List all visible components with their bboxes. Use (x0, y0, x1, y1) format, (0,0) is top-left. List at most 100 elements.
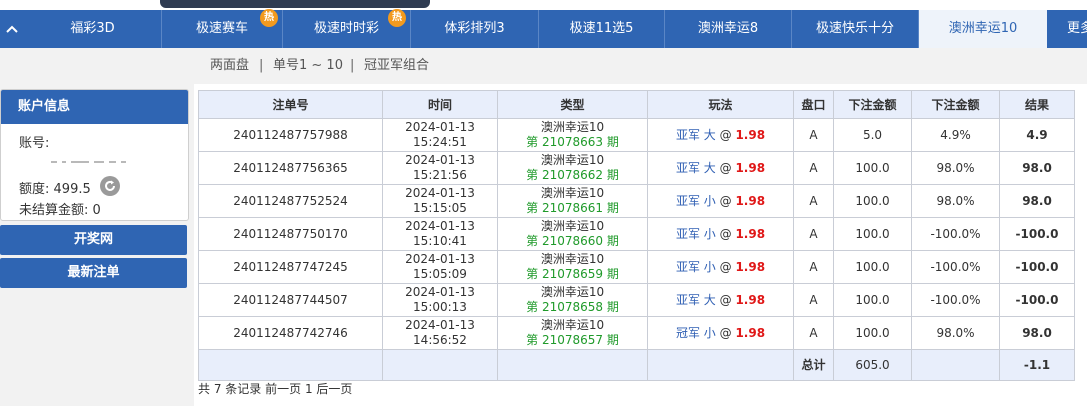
tab-label: 极速时时彩 (313, 21, 379, 36)
bet-date: 2024-01-13 (405, 120, 475, 134)
at-sign: @ (719, 226, 732, 241)
bet-pan: A (793, 118, 834, 152)
bet-amount: 100.0 (833, 217, 912, 251)
game-name: 澳洲幸运10 (540, 120, 605, 134)
bet-time: 2024-01-13 15:10:41 (382, 217, 498, 251)
total-result: -1.1 (999, 349, 1075, 381)
tab-label: 更多 (1067, 21, 1087, 36)
play-option: 亚军 小 (675, 259, 716, 274)
next-page-link[interactable]: 后一页 (316, 382, 352, 396)
play-option: 亚军 大 (675, 127, 716, 142)
tab-label: 福彩3D (70, 21, 115, 36)
bet-play: 亚军 小 @ 1.98 (647, 184, 794, 218)
bet-type: 澳洲幸运10 第 21078658 期 (497, 283, 648, 317)
pagination: 共 7 条记录 前一页 1 后一页 (198, 380, 352, 397)
bet-id: 240112487756365 (198, 151, 383, 185)
table-row: 240112487747245 2024-01-13 15:05:09 澳洲幸运10 第… (198, 250, 1075, 284)
bet-result: -100.0 (999, 283, 1075, 317)
bet-result: 98.0 (999, 316, 1075, 350)
bet-id: 240112487757988 (198, 118, 383, 152)
period-number: 第 21078661 期 (526, 201, 619, 215)
prev-page-link[interactable]: 前一页 (265, 382, 301, 396)
bet-amount: 100.0 (833, 151, 912, 185)
table-row: 240112487744507 2024-01-13 15:00:13 澳洲幸运10 第… (198, 283, 1075, 317)
header-pan: 盘口 (793, 90, 834, 119)
bet-amount: 100.0 (833, 184, 912, 218)
top-strip (0, 0, 1087, 10)
bet-time: 2024-01-13 15:00:13 (382, 283, 498, 317)
bet-clock: 15:05:09 (413, 267, 467, 281)
bet-result: 4.9 (999, 118, 1075, 152)
total-row: 总计 605.0 -1.1 (198, 349, 1075, 381)
subnav-liangmianpan[interactable]: 两面盘 (210, 48, 249, 84)
table-header-row: 注单号 时间 类型 玩法 盘口 下注金额 下注金额 结果 (198, 90, 1075, 119)
table-row: 240112487757988 2024-01-13 15:24:51 澳洲幸运10 第… (198, 118, 1075, 152)
bet-rebate: 98.0% (911, 151, 1000, 185)
credit-label: 额度: (19, 182, 50, 197)
period-number: 第 21078662 期 (526, 168, 619, 182)
bet-date: 2024-01-13 (405, 219, 475, 233)
hot-badge: 热 (260, 9, 278, 27)
bet-rebate: 98.0% (911, 316, 1000, 350)
bet-result: -100.0 (999, 217, 1075, 251)
bets-table: 注单号 时间 类型 玩法 盘口 下注金额 下注金额 结果 24011248775… (198, 90, 1075, 381)
period-number: 第 21078659 期 (526, 267, 619, 281)
total-amount: 605.0 (833, 349, 912, 381)
record-count: 共 7 条记录 (198, 382, 262, 396)
bet-result: 98.0 (999, 184, 1075, 218)
bet-type: 澳洲幸运10 第 21078659 期 (497, 250, 648, 284)
bet-time: 2024-01-13 15:21:56 (382, 151, 498, 185)
bet-type: 澳洲幸运10 第 21078663 期 (497, 118, 648, 152)
game-name: 澳洲幸运10 (540, 285, 605, 299)
subnav-guanyajun[interactable]: 冠亚军组合 (364, 48, 429, 84)
tab-jisu-kuaile10[interactable]: 极速快乐十分 (792, 10, 919, 48)
tab-aozhou-xingyun8[interactable]: 澳洲幸运8 (665, 10, 792, 48)
bets-panel: 注单号 时间 类型 玩法 盘口 下注金额 下注金额 结果 24011248775… (198, 90, 1075, 381)
tab-ticai-pailie3[interactable]: 体彩排列3 (411, 10, 539, 48)
game-name: 澳洲幸运10 (540, 153, 605, 167)
header-play: 玩法 (647, 90, 794, 119)
bet-clock: 15:00:13 (413, 300, 467, 314)
unsettled-row: 未结算金额: 0 (19, 199, 101, 218)
bet-result: 98.0 (999, 151, 1075, 185)
chevron-up-icon[interactable] (0, 10, 24, 48)
bet-time: 2024-01-13 14:56:52 (382, 316, 498, 350)
bet-date: 2024-01-13 (405, 153, 475, 167)
latest-bets-button[interactable]: 最新注单 (0, 258, 187, 288)
bet-date: 2024-01-13 (405, 186, 475, 200)
draw-results-button[interactable]: 开奖网 (0, 225, 187, 255)
period-number: 第 21078660 期 (526, 234, 619, 248)
top-strip-shade (160, 0, 430, 8)
tab-jisu-11x5[interactable]: 极速11选5 (539, 10, 665, 48)
bet-type: 澳洲幸运10 第 21078660 期 (497, 217, 648, 251)
at-sign: @ (719, 259, 732, 274)
bet-rebate: -100.0% (911, 250, 1000, 284)
refresh-icon[interactable] (100, 176, 120, 196)
tab-fucai-3d[interactable]: 福彩3D (24, 10, 162, 48)
hot-badge: 热 (388, 9, 406, 27)
period-number: 第 21078658 期 (526, 300, 619, 314)
header-bet-id: 注单号 (198, 90, 383, 119)
odds-value: 1.98 (735, 292, 766, 307)
total-label: 总计 (793, 349, 834, 381)
bet-date: 2024-01-13 (405, 318, 475, 332)
tab-label: 极速赛车 (195, 21, 248, 36)
game-name: 澳洲幸运10 (540, 252, 605, 266)
bet-pan: A (793, 250, 834, 284)
bet-time: 2024-01-13 15:05:09 (382, 250, 498, 284)
play-option: 冠军 小 (675, 325, 716, 340)
subnav-separator: | (259, 58, 264, 73)
tab-aozhou-xingyun10[interactable]: 澳洲幸运10 (919, 10, 1047, 48)
bet-pan: A (793, 316, 834, 350)
tab-more[interactable]: 更多 (1047, 10, 1087, 48)
odds-value: 1.98 (735, 160, 766, 175)
subnav-danhao[interactable]: 单号1 ~ 10 (273, 48, 343, 84)
bet-result: -100.0 (999, 250, 1075, 284)
tab-label: 澳洲幸运10 (948, 21, 1018, 36)
table-row: 240112487752524 2024-01-13 15:15:05 澳洲幸运10 第… (198, 184, 1075, 218)
bet-play: 亚军 大 @ 1.98 (647, 151, 794, 185)
account-info-panel: 账户信息 账号: 额度: 499.5 未结算金额: 0 (0, 89, 189, 221)
bet-rebate: -100.0% (911, 283, 1000, 317)
at-sign: @ (719, 292, 732, 307)
odds-value: 1.98 (735, 193, 766, 208)
